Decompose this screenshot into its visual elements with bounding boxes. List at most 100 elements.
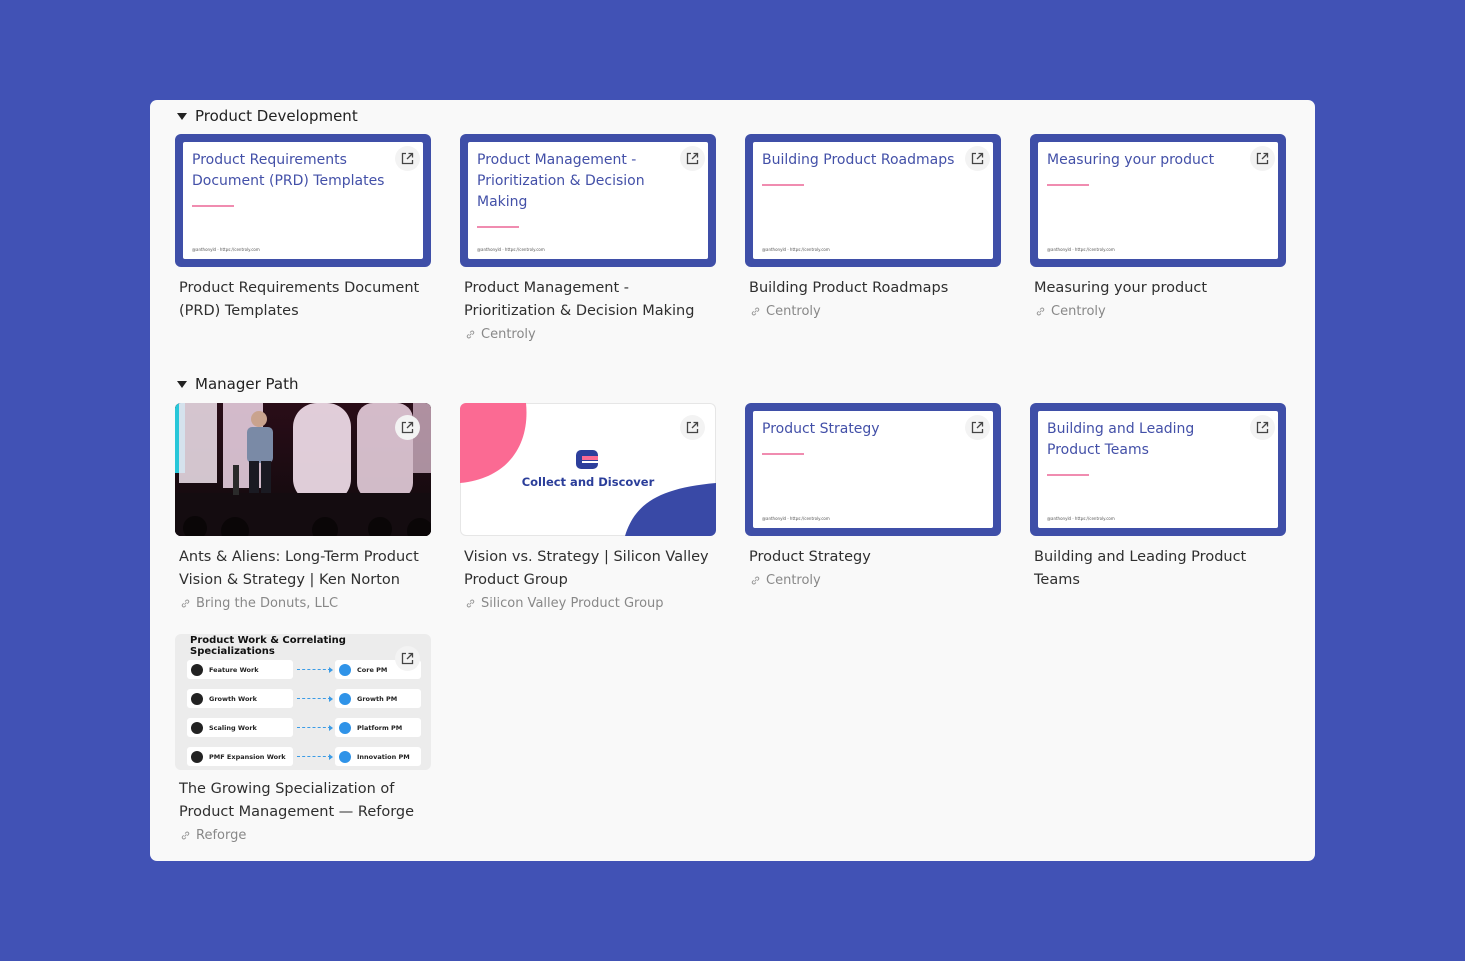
pm-label: Growth PM (357, 694, 398, 703)
card-source: Reforge (175, 828, 431, 843)
external-link-icon[interactable] (1250, 146, 1275, 171)
pm-label: Platform PM (357, 723, 403, 732)
work-label: Growth Work (209, 694, 257, 703)
gallery-card[interactable]: Ants & Aliens: Long-Term Product Vision … (175, 403, 431, 611)
scaling-icon (191, 721, 203, 734)
card-source: Bring the Donuts, LLC (175, 596, 431, 611)
group-label: Manager Path (195, 375, 299, 393)
slide-footer: @anthonyld · https://centroly.com (192, 247, 260, 252)
core-icon (339, 663, 351, 676)
card-thumbnail[interactable]: Product Work & Correlating Specializatio… (175, 634, 431, 770)
card-title[interactable]: Ants & Aliens: Long-Term Product Vision … (175, 546, 427, 592)
work-label: Feature Work (209, 665, 259, 674)
gallery-card[interactable]: Product Management - Prioritization & De… (460, 134, 716, 342)
gallery-card[interactable]: Building and Leading Product Teams @anth… (1030, 403, 1286, 592)
feature-icon (191, 663, 203, 676)
work-label: PMF Expansion Work (209, 752, 286, 761)
slide-divider (192, 205, 234, 207)
card-title[interactable]: Measuring your product (1030, 277, 1282, 300)
card-thumbnail[interactable]: Product Management - Prioritization & De… (460, 134, 716, 267)
card-title[interactable]: Product Management - Prioritization & De… (460, 277, 712, 323)
gallery-card[interactable]: Collect and Discover Vision vs. Strategy… (460, 403, 716, 611)
card-source: Silicon Valley Product Group (460, 596, 716, 611)
external-link-icon[interactable] (395, 415, 420, 440)
external-link-icon[interactable] (965, 415, 990, 440)
slide-divider (1047, 474, 1089, 476)
slide-footer: @anthonyld · https://centroly.com (477, 247, 545, 252)
caret-down-icon (177, 380, 187, 388)
external-link-icon[interactable] (965, 146, 990, 171)
card-thumbnail[interactable]: Product Strategy @anthonyld · https://ce… (745, 403, 1001, 536)
source-label: Centroly (1051, 304, 1106, 319)
card-thumbnail[interactable] (175, 403, 431, 536)
arrow-right-icon (297, 695, 333, 702)
group-header-product-development[interactable]: Product Development (177, 107, 358, 125)
gallery-card[interactable]: Building Product Roadmaps @anthonyld · h… (745, 134, 1001, 319)
pm-label: Core PM (357, 665, 388, 674)
slide-title: Product Management - Prioritization & De… (477, 152, 645, 210)
slide-title: Measuring your product (1047, 152, 1215, 168)
slide-footer: @anthonyld · https://centroly.com (1047, 247, 1115, 252)
card-thumbnail[interactable]: Product Requirements Document (PRD) Temp… (175, 134, 431, 267)
link-icon (466, 599, 475, 608)
card-thumbnail[interactable]: Measuring your product @anthonyld · http… (1030, 134, 1286, 267)
source-label: Silicon Valley Product Group (481, 596, 664, 611)
source-label: Centroly (766, 573, 821, 588)
gallery-card[interactable]: Measuring your product @anthonyld · http… (1030, 134, 1286, 319)
slide-title: Building and Leading Product Teams (1047, 421, 1195, 458)
card-source: Centroly (745, 573, 1001, 588)
card-source: Centroly (1030, 304, 1286, 319)
gallery-card[interactable]: Product Strategy @anthonyld · https://ce… (745, 403, 1001, 588)
expansion-icon (191, 750, 203, 763)
link-icon (181, 599, 190, 608)
diagram-row: Feature Work Core PM (187, 660, 421, 679)
card-thumbnail[interactable]: Building and Leading Product Teams @anth… (1030, 403, 1286, 536)
diagram-row: PMF Expansion Work Innovation PM (187, 747, 421, 766)
thumbnail-graphic (460, 403, 716, 536)
gallery-card[interactable]: Product Requirements Document (PRD) Temp… (175, 134, 431, 323)
source-label: Reforge (196, 828, 247, 843)
work-label: Scaling Work (209, 723, 257, 732)
diagram-row: Growth Work Growth PM (187, 689, 421, 708)
link-icon (466, 330, 475, 339)
external-link-icon[interactable] (395, 646, 420, 671)
external-link-icon[interactable] (395, 146, 420, 171)
group-header-manager-path[interactable]: Manager Path (177, 375, 298, 393)
card-title[interactable]: Product Requirements Document (PRD) Temp… (175, 277, 427, 323)
caret-down-icon (177, 112, 187, 120)
gallery-card[interactable]: Product Work & Correlating Specializatio… (175, 634, 431, 843)
card-title[interactable]: Product Strategy (745, 546, 997, 569)
card-thumbnail[interactable]: Collect and Discover (460, 403, 716, 536)
slide-footer: @anthonyld · https://centroly.com (762, 247, 830, 252)
link-icon (1036, 307, 1045, 316)
card-source: Centroly (460, 327, 716, 342)
link-icon (751, 576, 760, 585)
card-title[interactable]: Building Product Roadmaps (745, 277, 997, 300)
pm-label: Innovation PM (357, 752, 410, 761)
slide-footer: @anthonyld · https://centroly.com (762, 516, 830, 521)
source-label: Centroly (766, 304, 821, 319)
card-title[interactable]: Building and Leading Product Teams (1030, 546, 1282, 592)
gallery-panel: Product Development Product Requirements… (150, 100, 1315, 861)
card-source: Centroly (745, 304, 1001, 319)
link-icon (751, 307, 760, 316)
card-title[interactable]: Vision vs. Strategy | Silicon Valley Pro… (460, 546, 712, 592)
slide-divider (762, 453, 804, 455)
thumbnail-text: Collect and Discover (521, 475, 655, 489)
link-icon (181, 831, 190, 840)
arrow-right-icon (297, 666, 333, 673)
source-label: Centroly (481, 327, 536, 342)
arrow-right-icon (297, 724, 333, 731)
external-link-icon[interactable] (680, 146, 705, 171)
slide-divider (762, 184, 804, 186)
arrow-right-icon (297, 753, 333, 760)
platform-icon (339, 721, 351, 734)
source-label: Bring the Donuts, LLC (196, 596, 339, 611)
external-link-icon[interactable] (1250, 415, 1275, 440)
card-thumbnail[interactable]: Building Product Roadmaps @anthonyld · h… (745, 134, 1001, 267)
external-link-icon[interactable] (680, 415, 705, 440)
card-title[interactable]: The Growing Specialization of Product Ma… (175, 778, 427, 824)
slide-footer: @anthonyld · https://centroly.com (1047, 516, 1115, 521)
innovation-icon (339, 750, 351, 763)
growth-pm-icon (339, 692, 351, 705)
